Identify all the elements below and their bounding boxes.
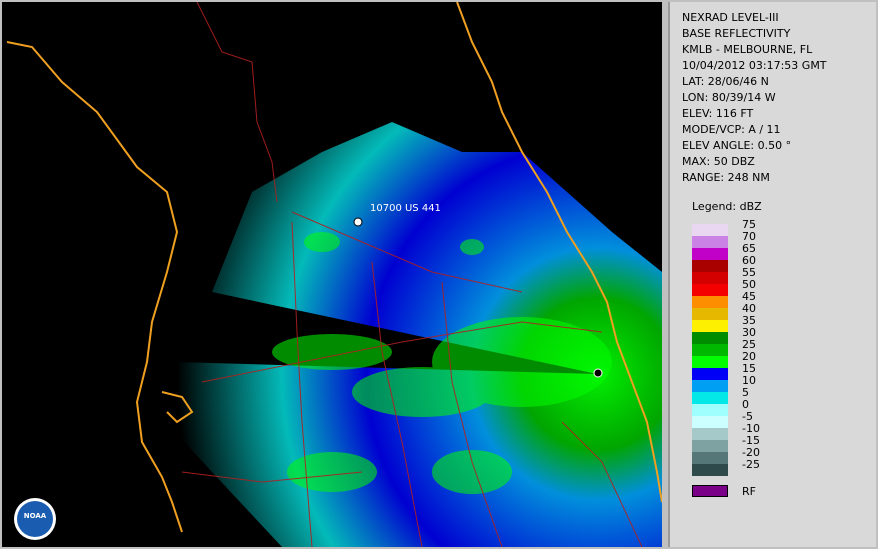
legend-entry: 20 xyxy=(692,350,862,368)
legend-scale: 75 70 65 60 55 50 45 40 35 30 25 20 15 10 5 0 -5 -10 -15 -2… xyxy=(692,218,862,476)
legend-entry: -20 xyxy=(692,446,862,464)
max-reflectivity: MAX: 50 DBZ xyxy=(682,155,755,168)
legend-swatch xyxy=(692,404,728,416)
longitude: LON: 80/39/14 W xyxy=(682,91,776,104)
range: RANGE: 248 NM xyxy=(682,171,770,184)
legend-title: Legend: dBZ xyxy=(692,200,762,213)
legend-swatch xyxy=(692,368,728,380)
legend-swatch xyxy=(692,464,728,476)
elevation: ELEV: 116 FT xyxy=(682,107,754,120)
latitude: LAT: 28/06/46 N xyxy=(682,75,769,88)
radar-map-canvas xyxy=(6,2,662,547)
legend-swatch xyxy=(692,440,728,452)
legend-entry: 15 xyxy=(692,362,862,380)
legend-swatch xyxy=(692,308,728,320)
legend-entry: 35 xyxy=(692,314,862,332)
legend-swatch xyxy=(692,380,728,392)
legend-swatch xyxy=(692,272,728,284)
location-marker xyxy=(353,217,363,227)
legend-entry: 30 xyxy=(692,326,862,344)
legend-swatch xyxy=(692,344,728,356)
radar-site-marker xyxy=(593,368,603,378)
product-type: BASE REFLECTIVITY xyxy=(682,27,791,40)
station-name: KMLB - MELBOURNE, FL xyxy=(682,43,813,56)
legend-entry: 40 xyxy=(692,302,862,320)
legend-swatch xyxy=(692,416,728,428)
legend-entry: 0 xyxy=(692,398,862,416)
legend-entry: 60 xyxy=(692,254,862,272)
radar-metadata: NEXRAD LEVEL-III BASE REFLECTIVITY KMLB … xyxy=(682,10,827,138)
legend-swatch xyxy=(692,248,728,260)
legend-swatch xyxy=(692,284,728,296)
rf-swatch xyxy=(692,485,728,497)
legend-swatch xyxy=(692,260,728,272)
noaa-logo-text: NOAA xyxy=(23,512,47,520)
timestamp: 10/04/2012 03:17:53 GMT xyxy=(682,59,827,72)
legend-entry: 25 xyxy=(692,338,862,356)
legend-entry: 10 xyxy=(692,374,862,392)
legend-entry: 55 xyxy=(692,266,862,284)
legend-entry: -15 xyxy=(692,434,862,452)
legend-swatch xyxy=(692,428,728,440)
mode-vcp: MODE/VCP: A / 11 xyxy=(682,123,781,136)
legend-entry: -25 xyxy=(692,458,862,476)
legend-entry: 65 xyxy=(692,242,862,260)
noaa-logo: NOAA xyxy=(14,498,56,540)
rf-label: RF xyxy=(742,485,756,498)
legend-label: -25 xyxy=(742,458,760,471)
legend-swatch xyxy=(692,392,728,404)
info-panel: NEXRAD LEVEL-III BASE REFLECTIVITY KMLB … xyxy=(668,2,876,547)
legend-entry: 50 xyxy=(692,278,862,296)
product-name: NEXRAD LEVEL-III xyxy=(682,11,779,24)
legend-swatch xyxy=(692,320,728,332)
legend-entry: 5 xyxy=(692,386,862,404)
legend-entry: 75 xyxy=(692,218,862,236)
legend-entry: -10 xyxy=(692,422,862,440)
radar-map[interactable]: 10700 US 441 NOAA xyxy=(2,2,662,547)
legend-entry: -5 xyxy=(692,410,862,428)
legend-swatch xyxy=(692,296,728,308)
legend-swatch xyxy=(692,224,728,236)
legend-swatch xyxy=(692,452,728,464)
location-marker-label: 10700 US 441 xyxy=(370,203,441,214)
legend-swatch xyxy=(692,236,728,248)
scan-metadata: ELEV ANGLE: 0.50 ° MAX: 50 DBZ RANGE: 24… xyxy=(682,138,791,186)
elevation-angle: ELEV ANGLE: 0.50 ° xyxy=(682,139,792,152)
legend-swatch xyxy=(692,332,728,344)
legend-swatch xyxy=(692,356,728,368)
legend-entry: 45 xyxy=(692,290,862,308)
legend-entry: 70 xyxy=(692,230,862,248)
